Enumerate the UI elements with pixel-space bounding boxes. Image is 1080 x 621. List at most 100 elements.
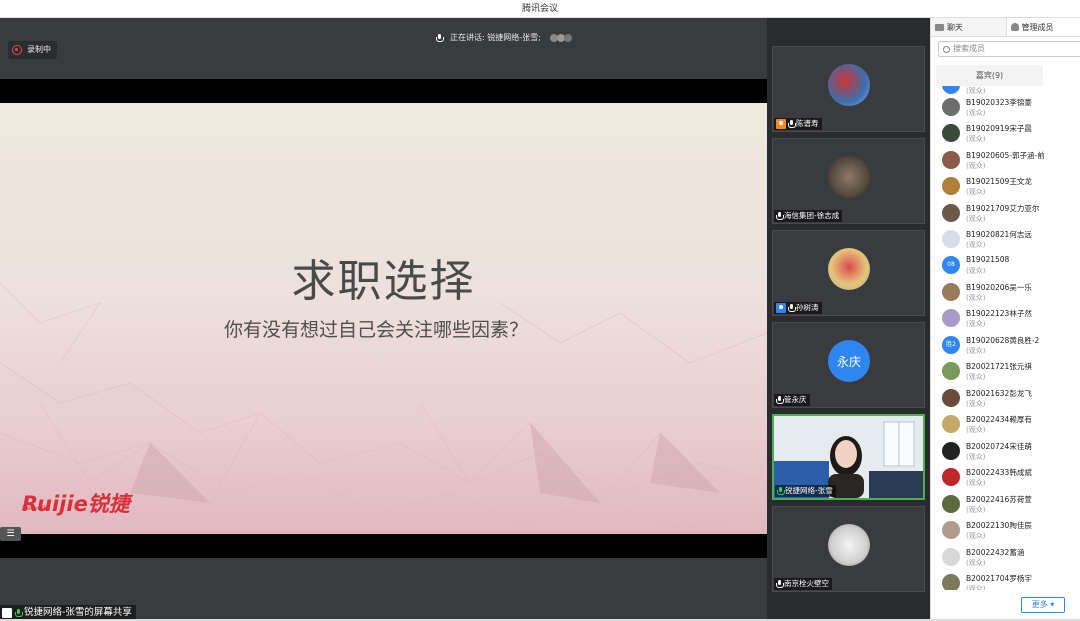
camera-icon bbox=[776, 303, 786, 313]
list-item[interactable]: B20022433韩成斌 (观众) bbox=[941, 466, 1076, 492]
member-role: (观众) bbox=[966, 320, 986, 328]
recording-indicator[interactable]: 录制中 bbox=[8, 41, 57, 59]
shared-screen-stage: 录制中 正在讲话: 锐捷网络-张雪; 求职选择 你有没有想过自己会关注哪些因素？… bbox=[0, 18, 767, 621]
avatar bbox=[942, 495, 960, 513]
presentation-slide: 求职选择 你有没有想过自己会关注哪些因素？ Ruijie锐捷 Networks bbox=[0, 103, 767, 534]
search-input[interactable]: 搜索成员 bbox=[938, 41, 1080, 57]
member-name: B20022433韩成斌 bbox=[966, 468, 1032, 477]
guest-section-header[interactable]: 嘉宾(9) bbox=[936, 65, 1043, 86]
member-list: (观众) B19020323李锦豪 (观众) B19020919宋子晨 (观众) B… bbox=[931, 86, 1080, 590]
mic-muted-icon bbox=[776, 396, 784, 404]
list-item[interactable]: B19021509王文龙 (观众) bbox=[941, 175, 1076, 201]
avatar bbox=[942, 521, 960, 539]
list-item[interactable]: B19020605-郭子涵-前 (观众) bbox=[941, 149, 1076, 175]
member-name: B20022432蓄涵 bbox=[966, 548, 1025, 557]
slide-subtitle: 你有没有想过自己会关注哪些因素？ bbox=[223, 319, 528, 341]
list-item[interactable]: B20022130陶佳辰 (观众) bbox=[941, 519, 1076, 545]
video-tile[interactable]: 南京栓火壁空 bbox=[772, 506, 925, 592]
member-name: B20020724宋佳萌 bbox=[966, 442, 1032, 451]
avatar bbox=[942, 548, 960, 566]
tab-chat-label: 聊天 bbox=[947, 22, 963, 32]
member-name: B19020206吴一乐 bbox=[966, 283, 1032, 292]
avatar bbox=[942, 283, 960, 301]
avatar bbox=[942, 362, 960, 380]
member-name: B19021509王文龙 bbox=[966, 177, 1032, 186]
member-role: (观众) bbox=[966, 109, 986, 117]
participant-name: 孙树涛 bbox=[796, 303, 819, 312]
list-item[interactable]: B20020724宋佳萌 (观众) bbox=[941, 440, 1076, 466]
member-role: (观众) bbox=[966, 559, 986, 567]
avatar bbox=[942, 468, 960, 486]
list-item[interactable]: B20022434赖厚有 (观众) bbox=[941, 413, 1076, 439]
video-tile[interactable]: 永庆 管永庆 bbox=[772, 322, 925, 408]
members-panel: 聊天 管理成员 搜索成员 嘉宾(9) (观众) B19020323李锦豪 (观众)… bbox=[930, 18, 1080, 621]
speaker-avatars-icon bbox=[549, 33, 572, 42]
video-tile[interactable]: 陈谱寿 bbox=[772, 46, 925, 132]
list-item[interactable]: B20022432蓄涵 (观众) bbox=[941, 546, 1076, 572]
list-item[interactable]: B19022123林子然 (观众) bbox=[941, 307, 1076, 333]
member-name: B19020821何志远 bbox=[966, 230, 1032, 239]
tab-manage-members[interactable]: 管理成员 bbox=[1005, 18, 1080, 36]
record-icon bbox=[12, 45, 22, 55]
tab-members-label: 管理成员 bbox=[1021, 22, 1054, 32]
list-item[interactable]: B19020206吴一乐 (观众) bbox=[941, 281, 1076, 307]
chevron-down-icon: ▾ bbox=[1050, 600, 1055, 609]
list-item[interactable]: B20021632彭龙飞 (观众) bbox=[941, 387, 1076, 413]
member-role: (观众) bbox=[966, 162, 986, 170]
member-name: B19022123林子然 bbox=[966, 309, 1032, 318]
mic-muted-icon bbox=[788, 120, 796, 128]
slide-title: 求职选择 bbox=[291, 256, 476, 307]
more-button-label: 更多 bbox=[1031, 600, 1048, 609]
letterbox-bottom bbox=[0, 534, 767, 558]
member-name: B20022130陶佳辰 bbox=[966, 521, 1032, 530]
tile-name: 南京栓火壁空 bbox=[774, 578, 832, 590]
member-role: (观众) bbox=[966, 241, 986, 249]
video-tile[interactable]: 孙树涛 bbox=[772, 230, 925, 316]
member-name: B20021704罗杨宇 bbox=[966, 574, 1032, 583]
member-role: (观众) bbox=[966, 215, 986, 223]
list-item[interactable]: 胜2 B19020628黄良胜-2 (观众) bbox=[941, 334, 1076, 360]
participant-name: 陈谱寿 bbox=[796, 119, 819, 128]
member-role: (观众) bbox=[966, 453, 986, 461]
tile-name: 陈谱寿 bbox=[774, 118, 822, 130]
mic-muted-icon bbox=[776, 212, 784, 220]
list-item[interactable]: B19020323李锦豪 (观众) bbox=[941, 96, 1076, 122]
tile-name: 锐捷网络-张雪 bbox=[775, 485, 836, 497]
search-icon bbox=[943, 45, 950, 53]
avatar bbox=[942, 124, 960, 142]
member-name: B19020323李锦豪 bbox=[966, 98, 1032, 107]
more-button[interactable]: 更多 ▾ bbox=[1021, 597, 1065, 613]
mic-active-icon bbox=[15, 609, 23, 617]
avatar bbox=[828, 64, 870, 106]
avatar bbox=[942, 389, 960, 407]
participant-name: 锐捷网络-张雪 bbox=[785, 486, 833, 495]
tile-name: 管永庆 bbox=[774, 394, 810, 406]
avatar bbox=[942, 309, 960, 327]
avatar: 08 bbox=[942, 256, 960, 274]
list-item[interactable]: B20021704罗杨宇 (观众) bbox=[941, 572, 1076, 590]
list-item[interactable]: 08 B19021508 (观众) bbox=[941, 254, 1076, 280]
avatar bbox=[942, 151, 960, 169]
member-role: (观众) bbox=[966, 585, 986, 590]
list-item[interactable]: B19020821何志远 (观众) bbox=[941, 228, 1076, 254]
member-role: (观众) bbox=[966, 400, 986, 408]
tab-chat[interactable]: 聊天 bbox=[931, 18, 1006, 36]
chat-icon bbox=[935, 23, 944, 31]
avatar bbox=[828, 248, 870, 290]
list-item[interactable]: B19021709艾力亚尔 (观众) bbox=[941, 202, 1076, 228]
list-item[interactable]: B20021721张元祺 (观众) bbox=[941, 360, 1076, 386]
avatar bbox=[942, 86, 960, 94]
screen-share-icon bbox=[2, 608, 12, 618]
video-tile[interactable]: 海信集团-徐志成 bbox=[772, 138, 925, 224]
list-item[interactable]: B20022416苏荷萱 (观众) bbox=[941, 493, 1076, 519]
list-item[interactable]: B19020919宋子晨 (观众) bbox=[941, 122, 1076, 148]
member-role: (观众) bbox=[966, 267, 986, 275]
recording-label: 录制中 bbox=[27, 45, 51, 54]
member-name: B19020919宋子晨 bbox=[966, 124, 1032, 133]
list-icon[interactable]: ☰ bbox=[0, 527, 21, 541]
camera-icon bbox=[776, 119, 786, 129]
video-tile-active[interactable]: 锐捷网络-张雪 bbox=[772, 414, 925, 500]
speaking-label: 正在讲话: 锐捷网络-张雪; bbox=[450, 33, 541, 42]
mic-muted-icon bbox=[776, 580, 784, 588]
avatar: 永庆 bbox=[828, 340, 870, 382]
